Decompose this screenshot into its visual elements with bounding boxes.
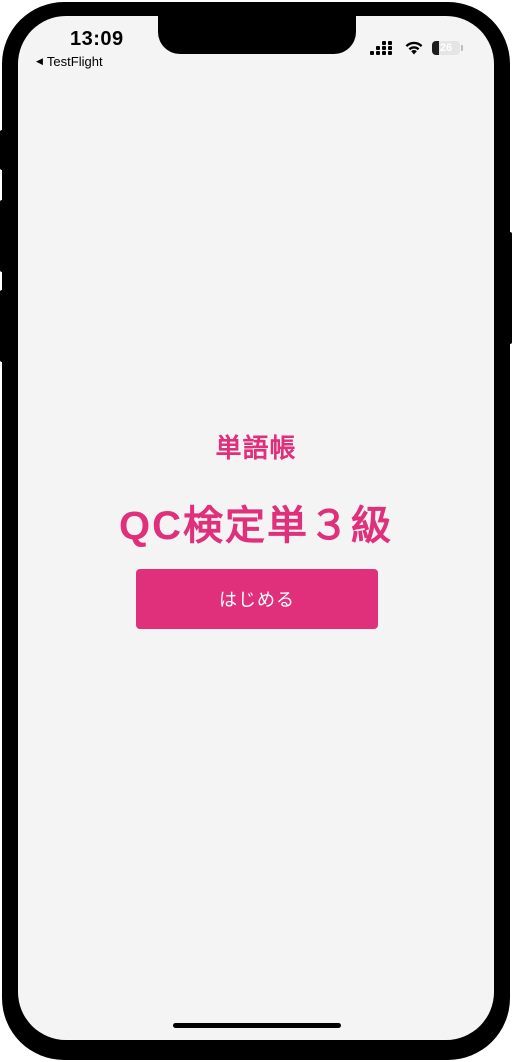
cellular-signal-icon [370,40,392,55]
dynamic-notch [158,16,356,54]
title-block: 単語帳 QC検定単３級 [18,428,494,551]
battery-fill [432,40,440,55]
wifi-icon [405,41,423,55]
battery-level: 26 [439,41,453,54]
app-title: QC検定単３級 [119,504,393,548]
battery-cap [461,44,463,51]
status-time: 13:09 [70,28,124,50]
phone-frame: 13:09 ◀ TestFlight 26 単語帳 QC検定単３級 はじめる [2,2,510,1060]
phone-device: 13:09 ◀ TestFlight 26 単語帳 QC検定単３級 はじめる [0,0,512,1062]
app-screen: 13:09 ◀ TestFlight 26 単語帳 QC検定単３級 はじめる [18,16,494,1040]
back-triangle-icon: ◀ [36,56,43,66]
back-label: TestFlight [46,54,103,69]
back-to-testflight-link[interactable]: ◀ TestFlight [36,54,103,69]
home-indicator[interactable] [173,1023,341,1028]
app-subtitle: 単語帳 [215,433,297,463]
start-button[interactable]: はじめる [136,569,378,629]
battery-icon: 26 [432,40,463,55]
status-indicators: 26 [370,40,463,55]
